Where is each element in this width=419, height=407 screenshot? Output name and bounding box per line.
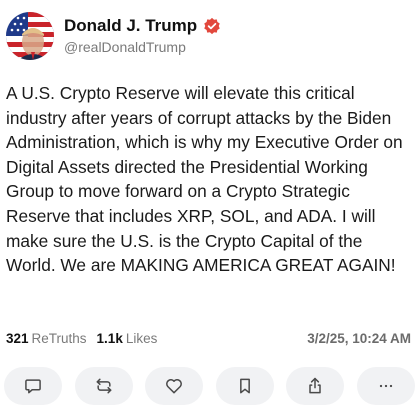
author-name[interactable]: Donald J. Trump: [64, 16, 197, 36]
post-timestamp: 3/2/25, 10:24 AM: [307, 331, 411, 346]
share-button[interactable]: [286, 367, 345, 405]
likes-label: Likes: [125, 331, 158, 346]
retruths-count: 321: [6, 331, 29, 346]
author-handle[interactable]: @realDonaldTrump: [64, 39, 221, 55]
share-icon: [309, 377, 322, 394]
action-bar: [4, 367, 415, 405]
name-row: Donald J. Trump: [64, 16, 221, 36]
post-stats: 321 ReTruths 1.1k Likes 3/2/25, 10:24 AM: [6, 331, 411, 346]
retruths-stat[interactable]: 321 ReTruths: [6, 331, 87, 346]
reply-button[interactable]: [4, 367, 62, 405]
more-button[interactable]: [356, 367, 415, 405]
bookmark-icon: [239, 378, 250, 394]
bookmark-button[interactable]: [215, 367, 274, 405]
heart-icon: [166, 379, 183, 394]
retruth-button[interactable]: [74, 367, 133, 405]
author-info: Donald J. Trump @realDonaldTrump: [64, 16, 221, 55]
flag-portrait-image: [6, 12, 54, 60]
likes-count: 1.1k: [96, 331, 123, 346]
verified-badge-icon: [204, 17, 220, 34]
like-button[interactable]: [145, 367, 204, 405]
post-text: A U.S. Crypto Reserve will elevate this …: [6, 83, 403, 276]
post-header: Donald J. Trump @realDonaldTrump: [6, 12, 221, 60]
retruths-label: ReTruths: [31, 331, 87, 346]
reply-icon: [25, 379, 41, 394]
likes-stat[interactable]: 1.1k Likes: [97, 331, 158, 346]
more-icon: [379, 384, 393, 388]
avatar[interactable]: [6, 12, 54, 60]
retruth-icon: [96, 378, 112, 394]
